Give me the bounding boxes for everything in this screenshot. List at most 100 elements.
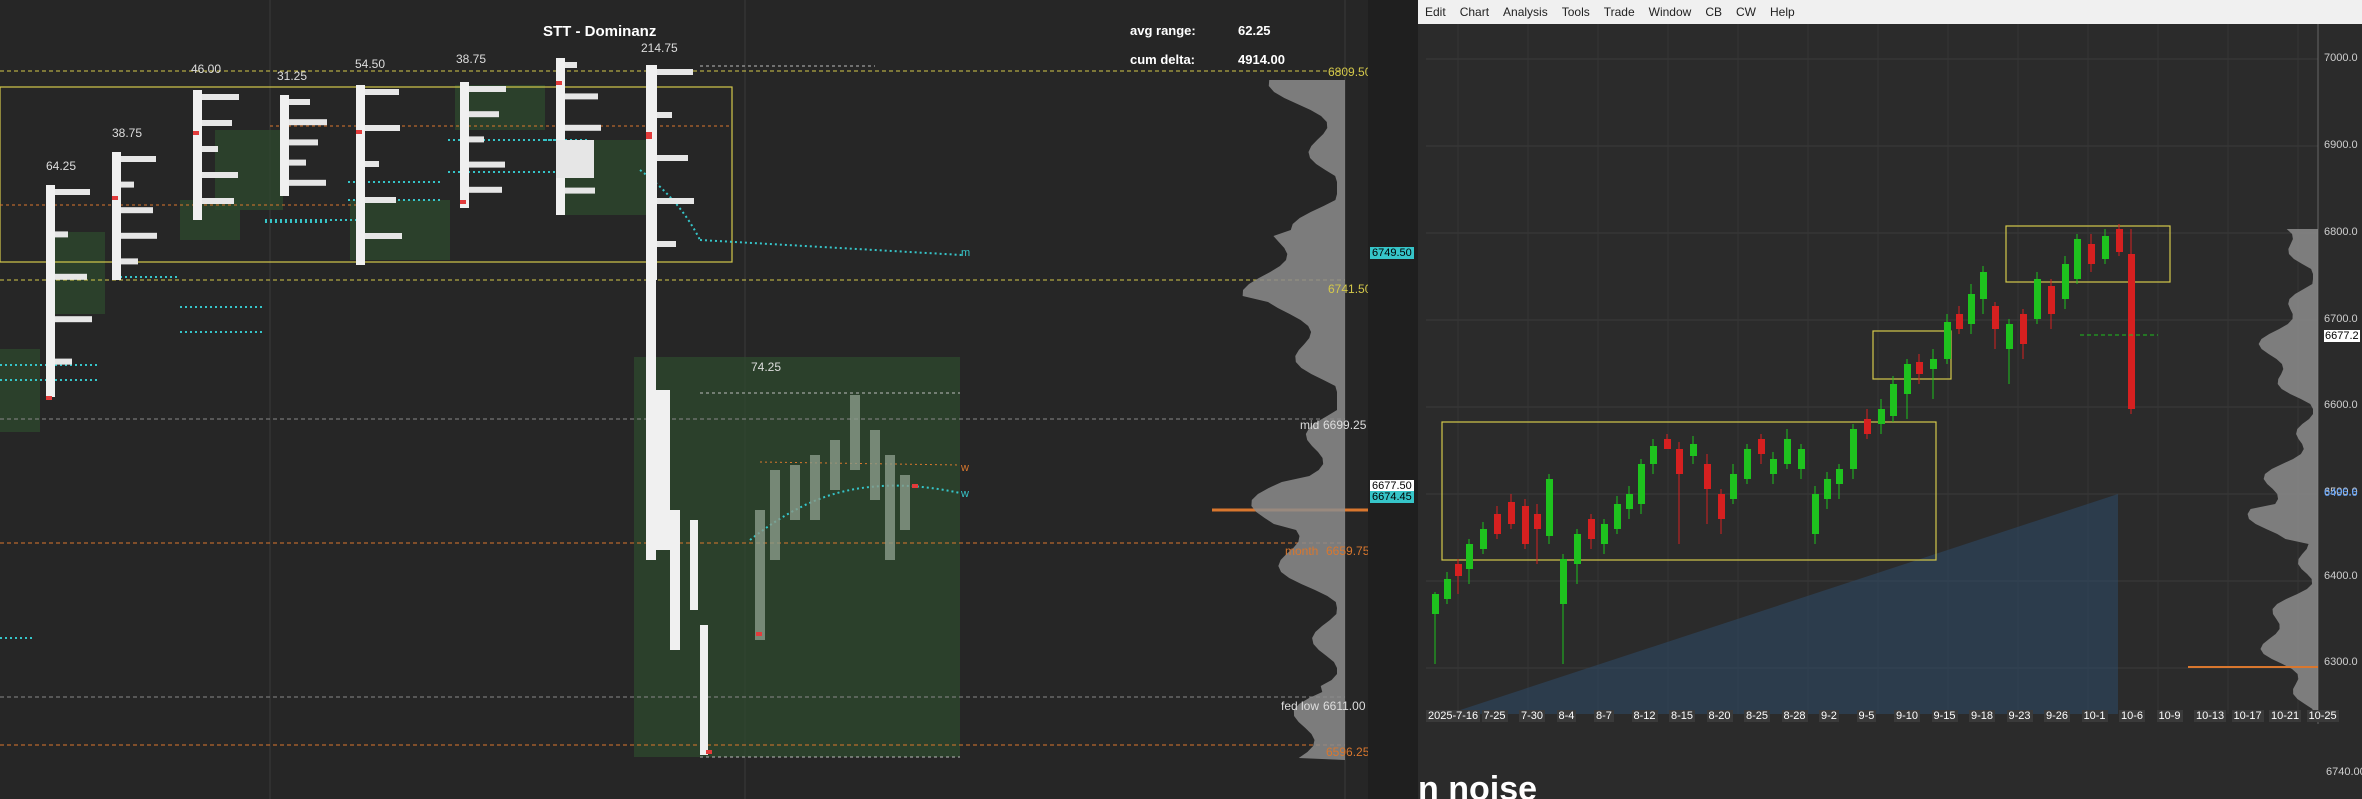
candle-body bbox=[2116, 229, 2123, 252]
candle-body bbox=[1638, 464, 1645, 504]
y-axis-label: 7000.0 bbox=[2324, 52, 2358, 64]
footprint-bar bbox=[646, 180, 656, 560]
footprint-cell bbox=[202, 94, 239, 100]
menu-trade[interactable]: Trade bbox=[1597, 5, 1642, 19]
value-area-zone bbox=[0, 349, 40, 432]
footprint-bar bbox=[850, 395, 860, 470]
footprint-bar bbox=[770, 470, 780, 560]
value-area-zone bbox=[55, 232, 105, 314]
footprint-cell bbox=[55, 358, 72, 365]
footprint-bar bbox=[356, 85, 365, 265]
candle-body bbox=[1508, 502, 1515, 524]
candle-body bbox=[1650, 446, 1657, 464]
level-name: mid bbox=[1300, 418, 1320, 432]
level-name: fed low bbox=[1281, 699, 1320, 713]
footprint-bar bbox=[193, 90, 202, 220]
signal-marker bbox=[356, 130, 362, 134]
x-axis-label: 10-17 bbox=[2231, 710, 2264, 722]
footprint-cell bbox=[121, 181, 134, 188]
candle-body bbox=[1444, 579, 1451, 599]
candle-body bbox=[1824, 479, 1831, 499]
range-label: 38.75 bbox=[456, 52, 487, 66]
candle-body bbox=[1980, 272, 1987, 299]
x-axis-label: 9-26 bbox=[2044, 710, 2071, 722]
menu-analysis[interactable]: Analysis bbox=[1496, 5, 1555, 19]
candle-body bbox=[1968, 294, 1975, 324]
x-axis-label: 8-28 bbox=[1781, 710, 1808, 722]
menu-edit[interactable]: Edit bbox=[1418, 5, 1453, 19]
footprint-cell bbox=[289, 99, 310, 105]
footprint-cell bbox=[565, 62, 577, 68]
candlestick-chart-window[interactable]: Edit Chart Analysis Tools Trade Window C… bbox=[1418, 0, 2362, 799]
level-price: 6596.25 bbox=[1326, 745, 1368, 759]
panel-divider: 6749.50 6677.50 6674.45 bbox=[1368, 0, 1418, 799]
x-axis-label: 9-18 bbox=[1969, 710, 1996, 722]
footprint-cell bbox=[565, 187, 595, 194]
footprint-cell bbox=[469, 161, 505, 168]
menu-cb[interactable]: CB bbox=[1698, 5, 1729, 19]
footprint-cell bbox=[55, 189, 90, 195]
footprint-bar bbox=[670, 510, 680, 650]
footprint-cell bbox=[657, 155, 688, 161]
menu-window[interactable]: Window bbox=[1642, 5, 1699, 19]
x-axis-label: 9-2 bbox=[1819, 710, 1839, 722]
x-axis-label: 8-12 bbox=[1631, 710, 1658, 722]
candle-body bbox=[1432, 594, 1439, 614]
x-axis-label: 7-25 bbox=[1481, 710, 1508, 722]
signal-marker bbox=[646, 135, 652, 139]
y-axis-label: 6400.0 bbox=[2324, 570, 2358, 582]
candle-body bbox=[1455, 564, 1462, 576]
candle-body bbox=[2006, 324, 2013, 349]
range-label: 74.25 bbox=[751, 360, 782, 374]
signal-marker bbox=[460, 200, 466, 204]
candle-body bbox=[1480, 529, 1487, 549]
level-price: 6699.25 bbox=[1323, 418, 1367, 432]
menu-chart[interactable]: Chart bbox=[1453, 5, 1496, 19]
candle-body bbox=[2020, 314, 2027, 344]
footprint-bar bbox=[46, 185, 55, 397]
line-mark: w bbox=[961, 462, 969, 474]
range-label: 38.75 bbox=[112, 126, 143, 140]
menu-help[interactable]: Help bbox=[1763, 5, 1802, 19]
x-axis-label: 10-6 bbox=[2119, 710, 2146, 722]
footprint-cell bbox=[289, 139, 318, 146]
y-axis-label: 6700.0 bbox=[2324, 313, 2358, 325]
x-axis: 2025-7-16 7-25 7-30 8-4 8-7 8-12 8-15 8-20 8-25 8… bbox=[1426, 710, 2339, 726]
candle-body bbox=[1730, 474, 1737, 499]
candle-body bbox=[2088, 244, 2095, 264]
footprint-cell bbox=[469, 136, 484, 143]
signal-marker bbox=[556, 81, 562, 85]
footprint-cell bbox=[469, 111, 499, 118]
range-label: 64.25 bbox=[46, 159, 77, 173]
signal-marker bbox=[193, 131, 199, 135]
menu-cw[interactable]: CW bbox=[1729, 5, 1763, 19]
footprint-bar bbox=[885, 455, 895, 560]
footprint-bar bbox=[280, 95, 289, 196]
candle-body bbox=[1904, 364, 1911, 394]
x-axis-label: 9-15 bbox=[1931, 710, 1958, 722]
candlestick-chart-canvas[interactable] bbox=[1418, 24, 2362, 799]
cum-delta-value: 4914.00 bbox=[1238, 52, 1285, 67]
candle-body bbox=[1878, 409, 1885, 424]
candle-body bbox=[1560, 559, 1567, 604]
candle-body bbox=[1588, 519, 1595, 539]
avg-range-label: avg range: bbox=[1130, 23, 1196, 38]
signal-marker bbox=[756, 632, 762, 636]
candle-body bbox=[1494, 514, 1501, 534]
footprint-bar bbox=[900, 475, 910, 530]
candle-body bbox=[1836, 469, 1843, 484]
footprint-cell bbox=[55, 316, 92, 323]
footprint-chart-canvas[interactable] bbox=[0, 0, 1368, 799]
menu-tools[interactable]: Tools bbox=[1555, 5, 1597, 19]
candle-body bbox=[2034, 279, 2041, 319]
footprint-cell bbox=[121, 258, 138, 265]
x-axis-label: 8-4 bbox=[1556, 710, 1577, 722]
line-mark: w bbox=[961, 488, 969, 500]
signal-marker bbox=[46, 396, 52, 400]
footprint-cell bbox=[55, 273, 87, 280]
level-name: month bbox=[1285, 544, 1319, 558]
x-axis-label: 7-30 bbox=[1519, 710, 1546, 722]
footprint-bar bbox=[656, 390, 670, 550]
x-axis-label: 2025-7-16 bbox=[1426, 710, 1481, 722]
footprint-chart-panel[interactable]: STT - Dominanz avg range: 62.25 cum delt… bbox=[0, 0, 1368, 799]
